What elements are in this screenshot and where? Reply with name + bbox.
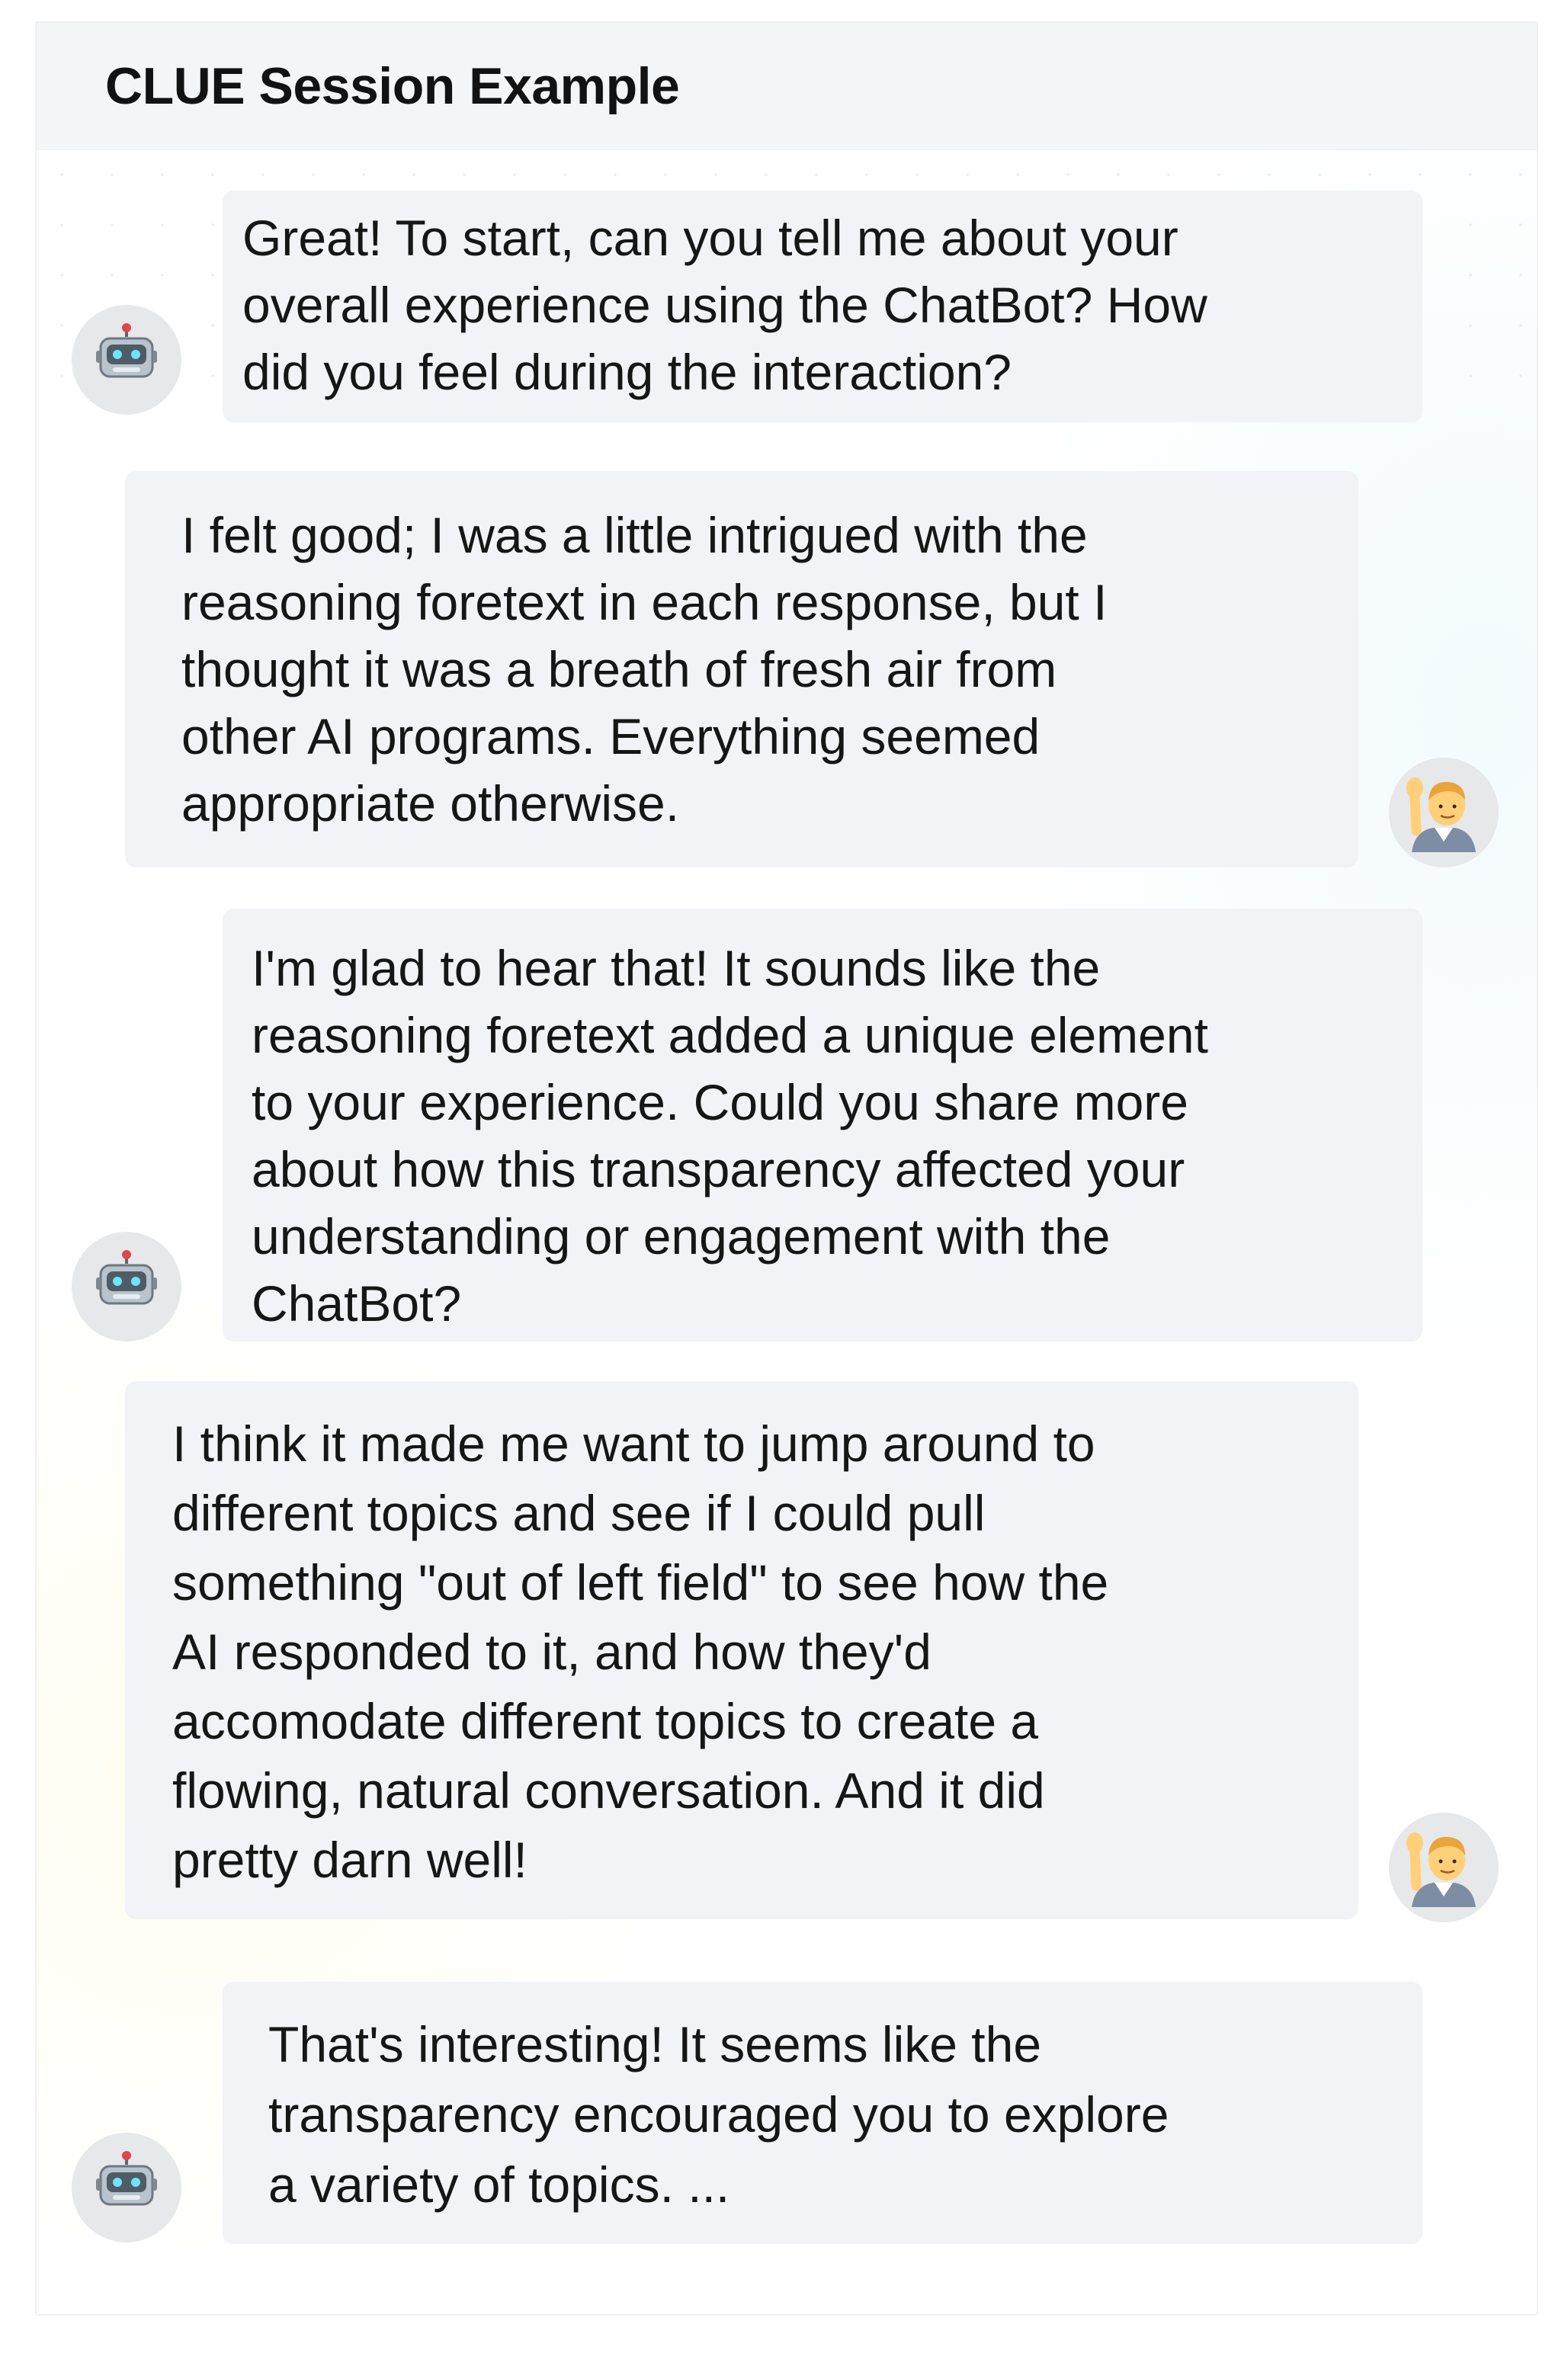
message-line: I think it made me want to jump around t… xyxy=(172,1415,1095,1472)
message-line: ChatBot? xyxy=(252,1275,462,1332)
message-line: understanding or engagement with the xyxy=(252,1208,1111,1265)
message-line: I felt good; I was a little intrigued wi… xyxy=(181,507,1088,563)
message-line: flowing, natural conversation. And it di… xyxy=(172,1762,1045,1819)
message-bubble-bot: I'm glad to hear that! It sounds like th… xyxy=(223,909,1422,1342)
message-line: to your experience. Could you share more xyxy=(252,1074,1188,1130)
panel-header: CLUE Session Example xyxy=(37,23,1537,150)
message-line: overall experience using the ChatBot? Ho… xyxy=(242,277,1207,333)
bot-avatar xyxy=(72,2133,181,2242)
message-line: Great! To start, can you tell me about y… xyxy=(242,210,1178,266)
message-line: reasoning foretext in each response, but… xyxy=(181,574,1108,630)
message-line: transparency encouraged you to explore xyxy=(268,2086,1169,2143)
message-bubble-user: I think it made me want to jump around t… xyxy=(125,1381,1358,1919)
message-line: a variety of topics. ... xyxy=(268,2156,730,2213)
message-bubble-bot: That's interesting! It seems like the tr… xyxy=(223,1982,1422,2244)
message-line: other AI programs. Everything seemed xyxy=(181,708,1041,765)
robot-icon xyxy=(96,1250,157,1305)
bot-avatar xyxy=(72,305,181,415)
message-line: That's interesting! It seems like the xyxy=(268,2016,1042,2072)
message-line: something "out of left field" to see how… xyxy=(172,1554,1109,1611)
message-line: different topics and see if I could pull xyxy=(172,1485,986,1541)
user-avatar xyxy=(1389,758,1499,867)
bot-avatar xyxy=(72,1232,181,1342)
message-line: reasoning foretext added a unique elemen… xyxy=(252,1007,1208,1063)
user-avatar xyxy=(1389,1813,1499,1922)
message-line: I'm glad to hear that! It sounds like th… xyxy=(252,940,1101,996)
person-raising-hand-icon xyxy=(1406,777,1476,852)
message-line: pretty darn well! xyxy=(172,1832,527,1888)
robot-icon xyxy=(96,323,157,378)
panel-title: CLUE Session Example xyxy=(105,57,680,115)
robot-icon xyxy=(96,2151,157,2206)
message-line: AI responded to it, and how they'd xyxy=(172,1624,932,1680)
message-line: about how this transparency affected you… xyxy=(252,1141,1185,1197)
message-line: thought it was a breath of fresh air fro… xyxy=(181,641,1057,697)
person-raising-hand-icon xyxy=(1406,1832,1476,1907)
message-line: appropriate otherwise. xyxy=(181,775,680,832)
message-line: did you feel during the interaction? xyxy=(242,344,1012,400)
message-line: accomodate different topics to create a xyxy=(172,1693,1039,1749)
message-bubble-user: I felt good; I was a little intrigued wi… xyxy=(125,471,1358,867)
message-bubble-bot: Great! To start, can you tell me about y… xyxy=(223,191,1422,422)
